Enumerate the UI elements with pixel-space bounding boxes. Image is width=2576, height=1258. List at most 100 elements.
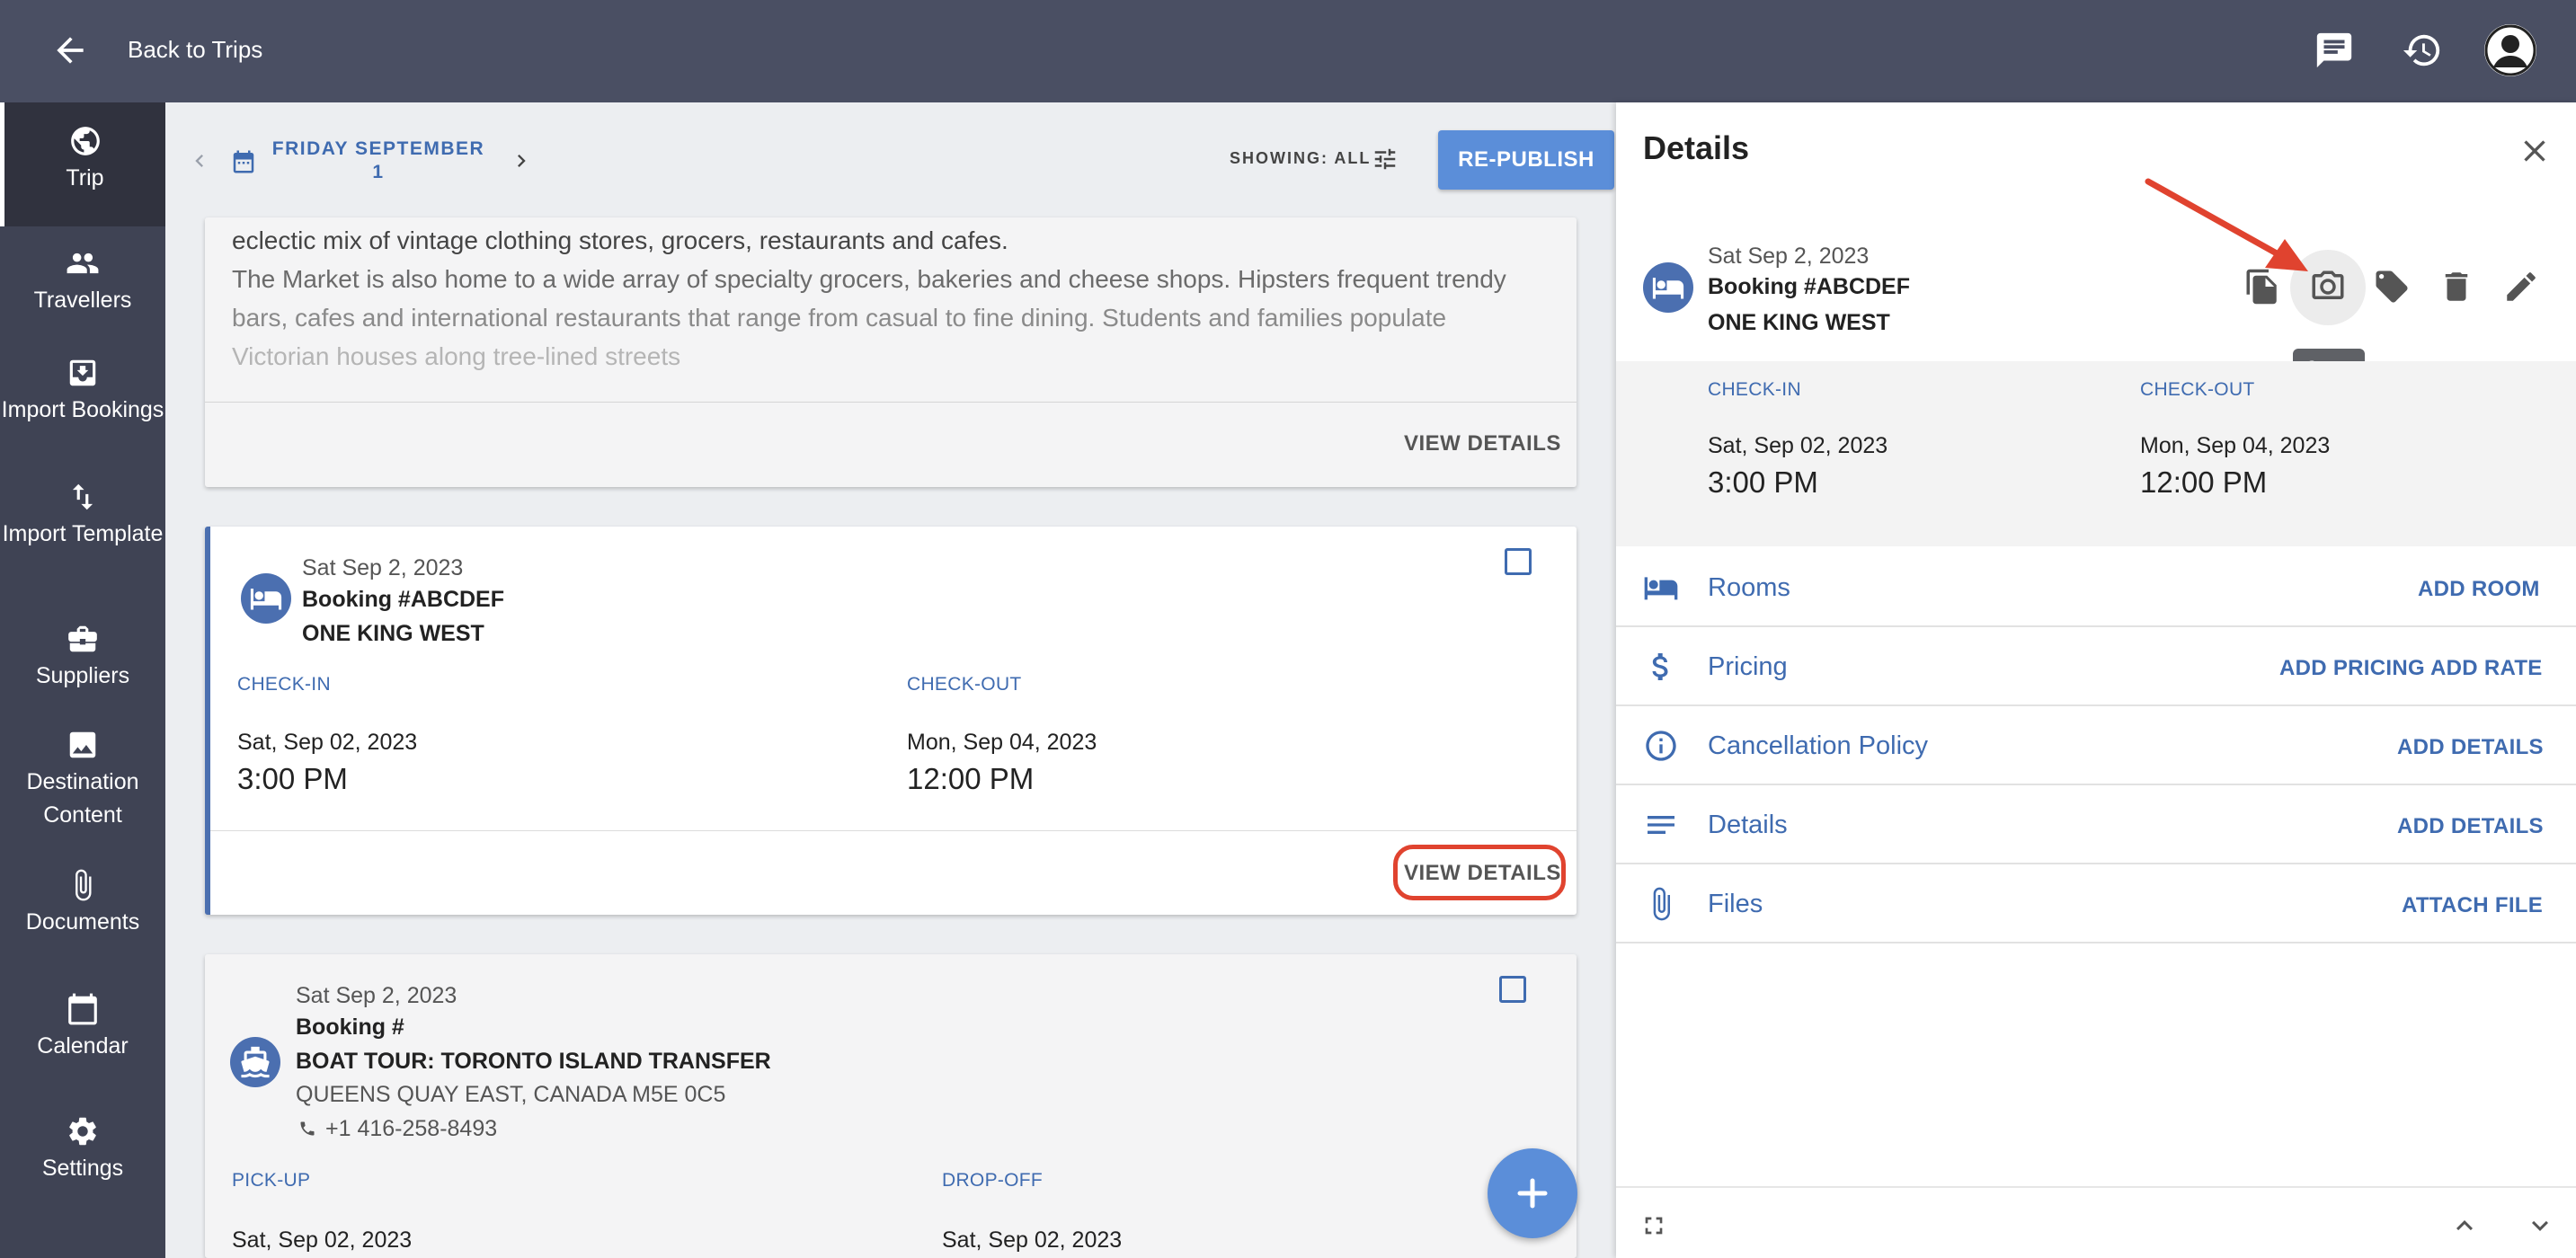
select-checkbox[interactable] [1505,548,1532,575]
booking-name: ONE KING WEST [1708,310,1890,335]
calendar-icon [68,993,97,1025]
account-avatar[interactable] [2484,24,2536,76]
history-icon[interactable] [2402,30,2443,71]
sidebar-item-label: Documents [25,909,140,935]
calendar-icon [233,150,254,173]
sidebar-item-label: Suppliers [35,663,130,688]
panel-footer [1616,1186,2576,1258]
current-date[interactable]: FRIDAY SEPTEMBER 1 [266,137,491,184]
row-label: Cancellation Policy [1708,731,1929,760]
sidebar-item-label: Import Bookings [1,397,164,422]
booking-phone[interactable]: +1 416-258-8493 [325,1116,497,1142]
check-in-label: CHECK-IN [237,674,331,695]
panel-row-pricing: Pricing ADD PRICING ADD RATE [1616,627,2576,706]
chevron-up-icon[interactable] [2448,1209,2481,1242]
notes-icon [1648,816,1674,834]
chat-icon[interactable] [2314,30,2355,71]
check-in-time: 3:00 PM [1708,465,1818,499]
back-to-trips-link[interactable]: Back to Trips [128,36,262,64]
sidebar-item-import-template[interactable]: Import Template [0,480,165,551]
drop-off-date: Sat, Sep 02, 2023 [942,1227,1123,1253]
check-out-label: CHECK-OUT [2140,379,2255,400]
dollar-icon [1652,653,1668,680]
top-bar: Back to Trips [0,0,2576,102]
add-room-button[interactable]: ADD ROOM [2418,577,2540,602]
booking-date: Sat Sep 2, 2023 [1708,244,1870,269]
sidebar-item-label: Trip [66,165,104,190]
bed-avatar [241,573,291,624]
view-details-button[interactable]: VIEW DETAILS [1404,431,1561,456]
add-rate-button[interactable]: ADD RATE [2430,656,2543,681]
swap-vertical-icon [72,483,93,510]
check-out-time: 12:00 PM [907,762,1035,795]
sidebar-item-documents[interactable]: Documents [0,868,165,939]
delete-icon[interactable] [2438,268,2475,306]
booking-number: Booking # [296,1014,404,1040]
tag-icon[interactable] [2373,268,2411,306]
globe-icon [70,127,100,155]
chevron-right-icon[interactable] [509,146,534,176]
row-label: Details [1708,811,1788,839]
panel-booking-header: Sat Sep 2, 2023 Booking #ABCDEF ONE KING… [1616,225,2576,359]
briefcase-icon [68,625,97,652]
check-out-time: 12:00 PM [2140,465,2268,499]
sidebar-item-destination-content[interactable]: Destination Content [0,728,165,832]
add-pricing-button[interactable]: ADD PRICING [2279,656,2425,681]
panel-row-details: Details ADD DETAILS [1616,785,2576,864]
check-in-time: 3:00 PM [237,762,348,795]
chevron-down-icon[interactable] [2524,1209,2556,1242]
sidebar-item-import-bookings[interactable]: Import Bookings [0,356,165,427]
paperclip-icon [76,869,92,901]
gear-icon [69,1117,96,1146]
description-line: eclectic mix of vintage clothing stores,… [232,226,1008,254]
sidebar-item-calendar[interactable]: Calendar [0,992,165,1063]
row-label: Pricing [1708,652,1788,681]
bed-icon [250,589,282,610]
sidebar-item-suppliers[interactable]: Suppliers [0,622,165,693]
fullscreen-icon[interactable] [1639,1211,1668,1240]
sidebar: Trip Travellers Import Bookings Import T… [0,102,165,1258]
pick-up-date: Sat, Sep 02, 2023 [232,1227,413,1253]
republish-button[interactable]: RE-PUBLISH [1438,130,1614,190]
panel-row-cancellation-policy: Cancellation Policy ADD DETAILS [1616,706,2576,785]
hotel-booking-card[interactable]: Sat Sep 2, 2023 Booking #ABCDEF ONE KING… [205,527,1577,915]
sidebar-item-trip[interactable]: Trip [0,102,165,226]
boat-icon [241,1046,270,1078]
close-icon[interactable] [2517,133,2553,169]
sidebar-item-label: Calendar [37,1033,129,1059]
panel-title: Details [1643,129,1750,166]
pick-up-label: PICK-UP [232,1170,311,1191]
add-fab-button[interactable] [1488,1148,1577,1238]
account-icon [2484,24,2536,76]
add-details-button[interactable]: ADD DETAILS [2397,814,2544,839]
info-icon [1646,731,1676,761]
annotation-arrow [2145,178,2308,271]
check-out-date: Mon, Sep 04, 2023 [2140,433,2331,458]
destination-content-card: eclectic mix of vintage clothing stores,… [205,217,1577,487]
select-checkbox[interactable] [1499,976,1526,1003]
image-icon [69,731,96,758]
sidebar-item-label: Import Template [2,521,164,546]
panel-check-in-out: CHECK-IN CHECK-OUT Sat, Sep 02, 2023 3:0… [1616,361,2576,546]
tune-icon[interactable] [1372,146,1399,173]
chevron-left-icon[interactable] [187,146,212,176]
arrow-left-icon[interactable] [50,31,90,70]
people-icon [67,252,99,274]
check-in-label: CHECK-IN [1708,379,1801,400]
check-in-date: Sat, Sep 02, 2023 [237,730,418,755]
sidebar-item-travellers[interactable]: Travellers [0,246,165,317]
panel-row-rooms: Rooms ADD ROOM [1616,548,2576,627]
description-line: bars, cafes and international restaurant… [232,304,1447,332]
edit-icon[interactable] [2502,268,2540,306]
date-line-1: FRIDAY SEPTEMBER [271,138,485,159]
check-out-label: CHECK-OUT [907,674,1022,695]
add-details-button[interactable]: ADD DETAILS [2397,735,2544,760]
drop-off-label: DROP-OFF [942,1170,1044,1191]
annotation-highlight-ring [1393,845,1566,900]
booking-number: Booking #ABCDEF [1708,274,1910,299]
check-in-date: Sat, Sep 02, 2023 [1708,433,1888,458]
sidebar-item-settings[interactable]: Settings [0,1114,165,1185]
attach-file-button[interactable]: ATTACH FILE [2402,893,2543,918]
destination-description: eclectic mix of vintage clothing stores,… [232,221,1553,376]
boat-tour-booking-card[interactable]: Sat Sep 2, 2023 Booking # BOAT TOUR: TOR… [205,954,1577,1258]
